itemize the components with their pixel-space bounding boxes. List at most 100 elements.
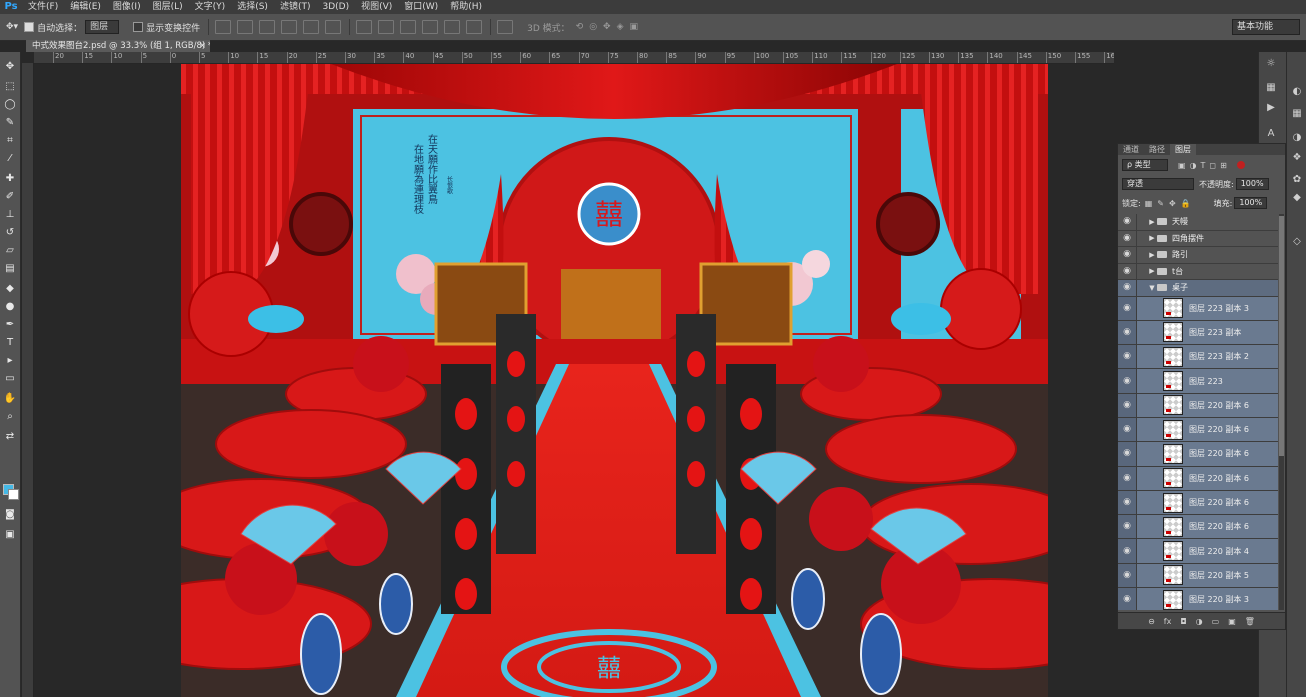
- new-layer-icon[interactable]: ▣: [1228, 617, 1236, 626]
- layer-row[interactable]: ◉ 图层 220 副本 5: [1118, 563, 1278, 589]
- menu-view[interactable]: 视图(V): [355, 0, 398, 14]
- menu-file[interactable]: 文件(F): [22, 0, 64, 14]
- fx-icon[interactable]: fx: [1164, 617, 1172, 626]
- align-right-button[interactable]: [325, 20, 342, 34]
- distribute-top-button[interactable]: [356, 20, 373, 34]
- eyedropper-tool-icon[interactable]: ⁄: [2, 152, 18, 166]
- distribute-hcenter-button[interactable]: [444, 20, 461, 34]
- visibility-eye-icon[interactable]: ◉: [1118, 230, 1137, 246]
- type-tool-icon[interactable]: T: [2, 336, 18, 350]
- menu-image[interactable]: 图像(I): [107, 0, 147, 14]
- lasso-tool-icon[interactable]: ◯: [2, 98, 18, 112]
- auto-select-checkbox[interactable]: 自动选择：: [24, 21, 82, 34]
- close-icon[interactable]: ×: [199, 40, 206, 52]
- history-brush-tool-icon[interactable]: ↺: [2, 226, 18, 240]
- path-select-tool-icon[interactable]: ▸: [2, 354, 18, 368]
- fill-field[interactable]: 100%: [1234, 197, 1268, 209]
- filter-toggle-icon[interactable]: [1236, 161, 1245, 169]
- tab-channels[interactable]: 通道: [1118, 144, 1144, 155]
- visibility-eye-icon[interactable]: ◉: [1118, 466, 1137, 490]
- libraries-panel-icon[interactable]: ✿: [1291, 174, 1303, 186]
- workspace-dropdown[interactable]: 基本功能: [1232, 19, 1300, 35]
- layer-group-row[interactable]: ◉ ▶ 天幔: [1118, 214, 1278, 231]
- actions-panel-icon[interactable]: ▶: [1265, 102, 1277, 114]
- layer-row[interactable]: ◉ 图层 220 副本 6: [1118, 515, 1278, 540]
- 3d-rotate-icon[interactable]: ⟲: [576, 22, 584, 32]
- layer-row[interactable]: ◉ 图层 220 副本 6: [1118, 417, 1278, 443]
- visibility-eye-icon[interactable]: ◉: [1118, 296, 1137, 320]
- background-color-swatch[interactable]: [8, 489, 19, 500]
- menu-3d[interactable]: 3D(D): [316, 0, 355, 14]
- 3d-slide-icon[interactable]: ◈: [617, 22, 624, 32]
- visibility-eye-icon[interactable]: ◉: [1118, 442, 1137, 466]
- blur-tool-icon[interactable]: ◆: [2, 282, 18, 296]
- paths-panel-icon[interactable]: ◇: [1291, 236, 1303, 248]
- blend-mode-dropdown[interactable]: 穿透: [1122, 178, 1194, 190]
- screen-mode-icon[interactable]: ▣: [2, 528, 18, 542]
- visibility-eye-icon[interactable]: ◉: [1118, 247, 1137, 263]
- 3d-scale-icon[interactable]: ▣: [630, 22, 639, 32]
- visibility-eye-icon[interactable]: ◉: [1118, 588, 1137, 610]
- quick-mask-icon[interactable]: ◙: [2, 508, 18, 522]
- align-hcenter-button[interactable]: [303, 20, 320, 34]
- tab-paths[interactable]: 路径: [1144, 144, 1170, 155]
- show-transform-checkbox[interactable]: 显示变换控件: [133, 21, 200, 34]
- visibility-eye-icon[interactable]: ◉: [1118, 345, 1137, 369]
- menu-edit[interactable]: 编辑(E): [64, 0, 107, 14]
- brush-tool-icon[interactable]: ✐: [2, 190, 18, 204]
- visibility-eye-icon[interactable]: ◉: [1118, 515, 1137, 539]
- shape-tool-icon[interactable]: ▭: [2, 372, 18, 386]
- marquee-tool-icon[interactable]: ⬚: [2, 80, 18, 94]
- layers-scrollbar[interactable]: [1279, 214, 1284, 610]
- auto-select-check[interactable]: [24, 22, 35, 32]
- quick-select-tool-icon[interactable]: ✎: [2, 116, 18, 130]
- distribute-vcenter-button[interactable]: [378, 20, 395, 34]
- history-panel-icon[interactable]: ☼: [1265, 58, 1277, 70]
- visibility-eye-icon[interactable]: ◉: [1118, 393, 1137, 417]
- 3d-pan-icon[interactable]: ✥: [603, 22, 611, 32]
- layer-row[interactable]: ◉ 图层 220 副本 3: [1118, 588, 1278, 610]
- visibility-eye-icon[interactable]: ◉: [1118, 214, 1137, 230]
- tab-layers[interactable]: 图层: [1170, 144, 1196, 155]
- healing-tool-icon[interactable]: ✚: [2, 172, 18, 186]
- crop-tool-icon[interactable]: ⌗: [2, 134, 18, 148]
- menu-filter[interactable]: 滤镜(T): [274, 0, 317, 14]
- chevron-right-icon[interactable]: ▶: [1147, 234, 1157, 242]
- distribute-left-button[interactable]: [422, 20, 439, 34]
- chevron-right-icon[interactable]: ▶: [1147, 267, 1157, 275]
- eraser-tool-icon[interactable]: ▱: [2, 244, 18, 258]
- layer-row[interactable]: ◉ 图层 220 副本 6: [1118, 466, 1278, 491]
- chevron-right-icon[interactable]: ▶: [1147, 218, 1157, 226]
- chevron-down-icon[interactable]: ▼: [1147, 284, 1157, 292]
- 3d-roll-icon[interactable]: ◎: [589, 22, 597, 32]
- move-tool-icon[interactable]: ✥: [2, 60, 18, 74]
- menu-select[interactable]: 选择(S): [231, 0, 274, 14]
- trash-icon[interactable]: 🗑: [1245, 617, 1255, 626]
- menu-window[interactable]: 窗口(W): [398, 0, 444, 14]
- layer-row[interactable]: ◉ 图层 220 副本 4: [1118, 539, 1278, 564]
- layer-row[interactable]: ◉ 图层 220 副本 6: [1118, 490, 1278, 516]
- swap-colors-icon[interactable]: ⇄: [2, 430, 18, 444]
- filter-type-icons[interactable]: ▣◑T◻⊞: [1178, 161, 1231, 170]
- character-panel-icon[interactable]: A: [1265, 128, 1277, 140]
- visibility-eye-icon[interactable]: ◉: [1118, 320, 1137, 345]
- align-vcenter-button[interactable]: [237, 20, 254, 34]
- visibility-eye-icon[interactable]: ◉: [1118, 263, 1137, 279]
- opacity-field[interactable]: 100%: [1235, 178, 1269, 190]
- move-tool-preset-icon[interactable]: ✥▾: [6, 22, 18, 32]
- distribute-bottom-button[interactable]: [400, 20, 417, 34]
- visibility-eye-icon[interactable]: ◉: [1118, 280, 1137, 296]
- layers-panel-icon[interactable]: ◆: [1291, 192, 1303, 204]
- layer-group-row[interactable]: ◉ ▶ 路引: [1118, 247, 1278, 264]
- pen-tool-icon[interactable]: ✒: [2, 318, 18, 332]
- menu-help[interactable]: 帮助(H): [444, 0, 488, 14]
- align-left-button[interactable]: [281, 20, 298, 34]
- layer-group-row[interactable]: ◉ ▶ 四角摆件: [1118, 230, 1278, 247]
- layer-row[interactable]: ◉ 图层 220 副本 6: [1118, 393, 1278, 418]
- menu-type[interactable]: 文字(Y): [189, 0, 232, 14]
- layer-row[interactable]: ◉ 图层 223 副本 3: [1118, 296, 1278, 321]
- adjustments-panel-icon[interactable]: ◑: [1291, 132, 1303, 144]
- align-bottom-button[interactable]: [259, 20, 276, 34]
- gradient-tool-icon[interactable]: ▤: [2, 262, 18, 276]
- visibility-eye-icon[interactable]: ◉: [1118, 417, 1137, 442]
